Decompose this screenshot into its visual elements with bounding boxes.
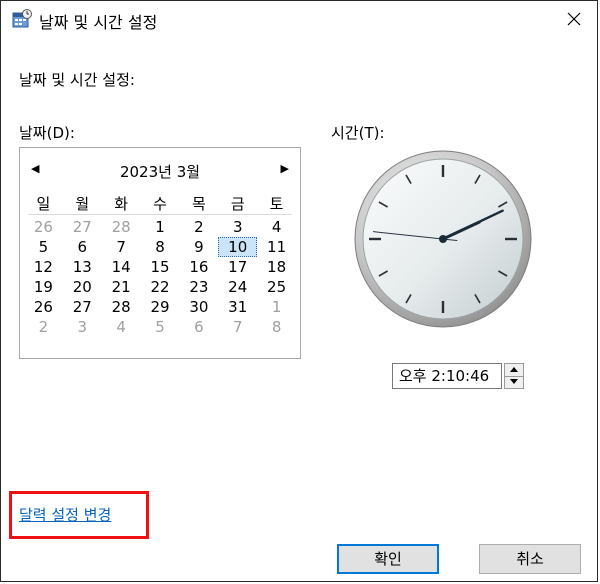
calendar-day[interactable]: 23 [179,277,218,297]
month-calendar[interactable]: ◀ 2023년 3월 ▶ 일 월 화 수 목 금 토 26 27 28 1 2 … [19,147,301,359]
calendar-day[interactable]: 8 [257,317,296,337]
calendar-day[interactable]: 8 [141,237,180,257]
calendar-day[interactable]: 20 [63,277,102,297]
calendar-day[interactable]: 4 [102,317,141,337]
calendar-day-selected[interactable]: 10 [218,237,258,257]
calendar-day[interactable]: 13 [63,257,102,277]
calendar-day[interactable]: 21 [102,277,141,297]
calendar-day[interactable]: 16 [179,257,218,277]
calendar-day[interactable]: 9 [179,237,218,257]
calendar-day[interactable]: 27 [63,217,102,237]
weekday-label: 토 [269,195,284,213]
calendar-day[interactable]: 15 [141,257,180,277]
time-spinner[interactable] [504,363,524,389]
calendar-day[interactable]: 24 [218,277,257,297]
weekday-divider [28,214,292,215]
calendar-day[interactable]: 22 [141,277,180,297]
change-calendar-settings-link[interactable]: 달력 설정 변경 [19,504,111,525]
calendar-day[interactable]: 6 [179,317,218,337]
date-time-app-icon [10,8,32,30]
calendar-day[interactable]: 26 [24,297,63,317]
calendar-week-row: 12 13 14 15 16 17 18 [24,257,296,277]
calendar-days-grid: 26 27 28 1 2 3 4 5 6 7 8 9 10 11 12 13 1… [24,217,296,337]
calendar-week-row: 19 20 21 22 23 24 25 [24,277,296,297]
calendar-month-title[interactable]: 2023년 3월 [20,161,300,182]
section-heading: 날짜 및 시간 설정: [19,71,135,89]
analog-clock [353,149,533,329]
calendar-day[interactable]: 5 [24,237,63,257]
calendar-day[interactable]: 4 [257,217,296,237]
calendar-day[interactable]: 1 [141,217,180,237]
calendar-day[interactable]: 7 [218,317,257,337]
calendar-day[interactable]: 2 [179,217,218,237]
calendar-day[interactable]: 12 [24,257,63,277]
calendar-day[interactable]: 31 [218,297,257,317]
calendar-day[interactable]: 26 [24,217,63,237]
time-input[interactable]: 오후 2:10:46 [392,363,502,389]
close-button[interactable] [557,1,591,37]
clock-center-cap [439,235,447,243]
calendar-day[interactable]: 1 [257,297,296,317]
time-decrement-button[interactable] [505,376,523,388]
calendar-week-row: 26 27 28 29 30 31 1 [24,297,296,317]
close-icon [557,12,591,41]
calendar-day[interactable]: 17 [218,257,257,277]
calendar-day[interactable]: 18 [257,257,296,277]
calendar-day[interactable]: 28 [102,217,141,237]
calendar-day[interactable]: 19 [24,277,63,297]
calendar-day[interactable]: 7 [102,237,141,257]
calendar-day[interactable]: 30 [179,297,218,317]
calendar-day[interactable]: 28 [102,297,141,317]
weekday-label: 금 [230,195,245,213]
calendar-day[interactable]: 11 [257,237,296,257]
date-time-settings-window: 날짜 및 시간 설정 날짜 및 시간 설정: 날짜(D): 시간(T): ◀ 2… [0,0,598,582]
weekday-header: 일 월 화 수 목 금 토 [24,193,296,213]
calendar-day[interactable]: 27 [63,297,102,317]
calendar-day[interactable]: 25 [257,277,296,297]
calendar-day[interactable]: 6 [63,237,102,257]
weekday-label: 수 [153,195,167,213]
title-bar: 날짜 및 시간 설정 [1,1,597,37]
calendar-day[interactable]: 5 [141,317,180,337]
calendar-week-row: 5 6 7 8 9 10 11 [24,237,296,257]
calendar-day[interactable]: 2 [24,317,63,337]
window-title: 날짜 및 시간 설정 [39,13,158,32]
calendar-week-row: 26 27 28 1 2 3 4 [24,217,296,237]
weekday-label: 목 [191,195,206,213]
weekday-label: 일 [36,195,51,213]
ok-button[interactable]: 확인 [337,544,439,574]
weekday-label: 월 [75,195,90,213]
next-month-button[interactable]: ▶ [281,162,289,175]
calendar-day[interactable]: 29 [141,297,180,317]
cancel-button[interactable]: 취소 [479,544,581,574]
calendar-day[interactable]: 3 [218,217,257,237]
weekday-label: 화 [114,195,129,213]
calendar-week-row: 2 3 4 5 6 7 8 [24,317,296,337]
calendar-day[interactable]: 14 [102,257,141,277]
time-label: 시간(T): [331,124,385,142]
date-label: 날짜(D): [19,124,75,142]
calendar-day[interactable]: 3 [63,317,102,337]
